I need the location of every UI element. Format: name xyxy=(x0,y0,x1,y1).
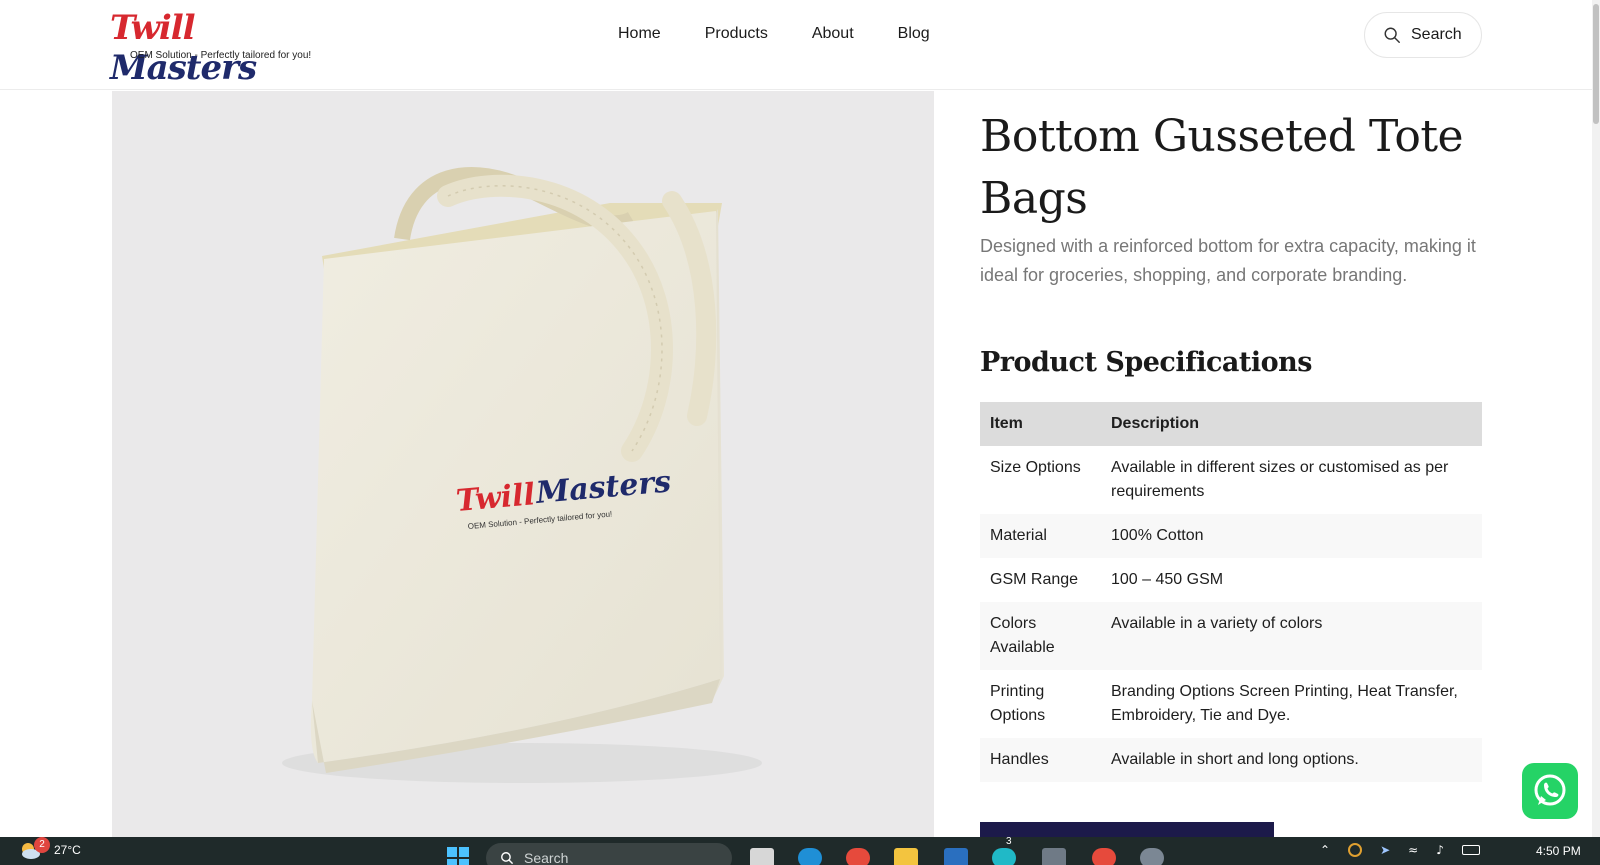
table-row: Handles Available in short and long opti… xyxy=(980,738,1482,782)
chrome-profile-icon[interactable] xyxy=(1092,848,1116,865)
edge-browser-icon[interactable] xyxy=(798,848,822,865)
temperature-label: 27°C xyxy=(54,843,81,857)
table-row: Printing Options Branding Options Screen… xyxy=(980,670,1482,738)
page-scrollbar-thumb[interactable] xyxy=(1593,4,1599,124)
windows-start-icon[interactable] xyxy=(446,846,470,865)
taskbar-search-label: Search xyxy=(524,850,569,865)
spec-description: Available in short and long options. xyxy=(1101,738,1482,782)
spec-description: 100 – 450 GSM xyxy=(1111,571,1224,588)
canva-icon[interactable]: 3 xyxy=(992,837,1016,865)
chevron-up-icon[interactable]: ⌃ xyxy=(1320,843,1330,857)
whatsapp-button[interactable] xyxy=(1522,763,1578,819)
weather-badge: 2 xyxy=(34,837,50,853)
wifi-icon[interactable]: ≈ xyxy=(1408,843,1418,857)
bag-logo-part1: Twill xyxy=(455,477,537,519)
canva-badge: 3 xyxy=(1006,837,1012,847)
spec-item: Colors Available xyxy=(980,602,1101,670)
site-header: Twill Masters OEM Solution - Perfectly t… xyxy=(0,0,1600,90)
specs-col-description: Description xyxy=(1101,402,1482,446)
photos-icon[interactable] xyxy=(944,848,968,865)
nav-products[interactable]: Products xyxy=(705,22,768,46)
table-row: Material 100% Cotton xyxy=(980,514,1482,558)
table-row: GSM Range 100 – 450 GSM xyxy=(980,558,1482,602)
spec-item: Size Options xyxy=(990,459,1081,476)
nav-home[interactable]: Home xyxy=(618,22,661,46)
weather-icon: 2 xyxy=(18,837,50,861)
battery-icon[interactable] xyxy=(1461,845,1480,855)
product-title: Bottom Gusseted Tote Bags xyxy=(980,111,1464,224)
specs-header-row: Item Description xyxy=(980,402,1482,446)
search-label: Search xyxy=(1411,26,1462,43)
brand-name-part1: Twill xyxy=(110,8,196,48)
page-scrollbar[interactable] xyxy=(1592,0,1600,837)
search-button[interactable]: Search xyxy=(1364,12,1482,58)
os-taskbar: 2 27°C Search 3 ⌃ ➤ ≈ ♪ 4:50 PM xyxy=(0,837,1600,865)
table-row: Size Options Available in different size… xyxy=(980,446,1482,514)
nav-about[interactable]: About xyxy=(812,22,854,46)
whatsapp-icon xyxy=(1534,774,1566,806)
chrome-icon[interactable] xyxy=(846,848,870,865)
spec-item: Handles xyxy=(980,738,1101,782)
brand-logo-wordmark: Twill Masters xyxy=(110,8,340,88)
specs-table: Item Description Size Options Available … xyxy=(980,402,1482,782)
spec-description: 100% Cotton xyxy=(1101,514,1482,558)
settings-icon[interactable] xyxy=(1140,848,1164,865)
taskbar-search[interactable]: Search xyxy=(486,843,732,865)
system-tray: ⌃ ➤ ≈ ♪ xyxy=(1320,843,1480,857)
product-image: Twill Masters OEM Solution - Perfectly t… xyxy=(112,91,934,837)
brand-logo[interactable]: Twill Masters OEM Solution - Perfectly t… xyxy=(110,8,340,88)
spec-item: GSM Range xyxy=(990,571,1079,588)
volume-icon[interactable]: ♪ xyxy=(1436,843,1444,857)
weather-widget[interactable]: 2 27°C xyxy=(18,837,81,861)
spec-description: Available in a variety of colors xyxy=(1101,602,1482,670)
sync-icon[interactable] xyxy=(1348,843,1363,857)
folder-icon[interactable] xyxy=(894,848,918,865)
file-manager-icon[interactable] xyxy=(750,848,774,865)
search-icon xyxy=(1384,27,1400,43)
specs-heading: Product Specifications xyxy=(980,347,1312,378)
main-nav: Home Products About Blog xyxy=(618,22,974,46)
brand-tagline: OEM Solution - Perfectly tailored for yo… xyxy=(130,50,312,61)
taskbar-search-icon xyxy=(501,852,514,865)
spec-item: Material xyxy=(980,514,1101,558)
specs-col-item: Item xyxy=(980,402,1101,446)
telegram-icon[interactable]: ➤ xyxy=(1380,843,1390,857)
calculator-icon[interactable] xyxy=(1042,848,1066,865)
cta-button[interactable] xyxy=(980,822,1274,837)
tote-bag-illustration: Twill Masters OEM Solution - Perfectly t… xyxy=(282,167,762,783)
spec-item: Printing Options xyxy=(990,683,1046,724)
spec-description: Branding Options Screen Printing, Heat T… xyxy=(1111,683,1458,724)
table-row: Colors Available Available in a variety … xyxy=(980,602,1482,670)
nav-blog[interactable]: Blog xyxy=(898,22,930,46)
clock[interactable]: 4:50 PM xyxy=(1536,844,1581,858)
product-description: Designed with a reinforced bottom for ex… xyxy=(980,236,1476,285)
spec-description: Available in different sizes or customis… xyxy=(1111,459,1449,500)
